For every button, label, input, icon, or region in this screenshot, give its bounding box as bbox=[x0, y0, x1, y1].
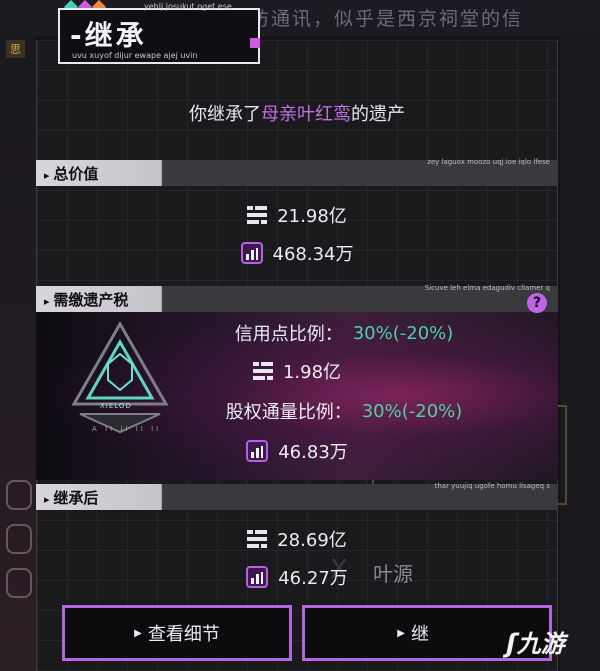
title-micro-top: yeblj josukut oget ese bbox=[144, 2, 232, 11]
intro-suffix: 的遗产 bbox=[351, 104, 405, 125]
inheritance-intro: 你继承了母亲叶红鸾的遗产 bbox=[36, 100, 558, 126]
tax-credit-value: 1.98亿 bbox=[282, 362, 342, 383]
tax-credit-row: 1.98亿 bbox=[36, 358, 558, 384]
section-micro-total: zey laguox moozo uqj ioe iqlo lfese bbox=[427, 158, 550, 166]
stock-icon bbox=[246, 566, 269, 588]
badge-subtext: A II II II II bbox=[92, 425, 162, 433]
credit-icon bbox=[247, 206, 268, 224]
watermark-logo-icon: ʃ bbox=[506, 629, 517, 659]
section-micro-tax: Sicuve leh elma edagudiv cllamer q bbox=[424, 284, 550, 292]
credit-icon bbox=[252, 362, 273, 380]
side-icon bbox=[6, 568, 32, 598]
credit-ratio-label: 信用点比例： bbox=[234, 324, 343, 345]
view-details-label: 查看细节 bbox=[147, 624, 220, 645]
background-right-strip bbox=[560, 36, 600, 671]
section-label-tax: 需缴遗产税 bbox=[44, 289, 128, 310]
side-icon bbox=[6, 480, 32, 510]
arrow-right-icon: ▶ bbox=[397, 627, 405, 639]
stock-ratio-value: 30%(-20%) bbox=[361, 400, 463, 422]
stock-icon bbox=[246, 440, 269, 462]
help-icon[interactable]: ? bbox=[527, 293, 547, 313]
title-corner-mark bbox=[250, 38, 260, 48]
watermark: ʃ九游 bbox=[506, 624, 565, 659]
continue-label: 继 bbox=[411, 624, 429, 645]
section-label-after: 继承后 bbox=[44, 487, 98, 508]
section-header-tax: 需缴遗产税 Sicuve leh elma edagudiv cllamer q bbox=[36, 284, 558, 312]
badge-text: XIELOD bbox=[100, 402, 132, 410]
credit-icon bbox=[247, 530, 268, 548]
after-credit-row: 28.69亿 bbox=[36, 526, 558, 552]
section-micro-after: thar yuujiq ugofe homu lisageq s bbox=[434, 482, 550, 490]
arrow-right-icon: ▶ bbox=[134, 627, 142, 639]
watermark-text: 九游 bbox=[516, 630, 565, 658]
after-stock-value: 46.27万 bbox=[278, 568, 348, 589]
title-micro-bottom: uvu xuyof dijur ewape ajej uvin bbox=[72, 51, 198, 60]
background-side-icons bbox=[6, 480, 34, 612]
side-icon bbox=[6, 524, 32, 554]
after-credit-value: 28.69亿 bbox=[277, 530, 347, 551]
credit-ratio-row: 信用点比例： 30%(-20%) bbox=[130, 320, 558, 346]
total-stock-value: 468.34万 bbox=[272, 244, 354, 265]
after-stock-row: 46.27万 bbox=[36, 564, 558, 590]
tax-stock-value: 46.83万 bbox=[278, 442, 348, 463]
intro-prefix: 你继承了 bbox=[189, 104, 261, 125]
page-title: -继承 bbox=[70, 19, 147, 52]
stock-ratio-row: 股权通量比例： 30%(-20%) bbox=[130, 398, 558, 424]
background-dialog-text: 访通讯，似乎是西京祠堂的信 bbox=[250, 8, 524, 30]
total-credit-value: 21.98亿 bbox=[277, 206, 347, 227]
section-header-after: 继承后 thar yuujiq ugofe homu lisageq s bbox=[36, 482, 558, 510]
section-label-total: 总价值 bbox=[44, 163, 98, 184]
view-details-button[interactable]: ▶ 查看细节 bbox=[62, 605, 292, 661]
tax-stock-row: 46.83万 bbox=[36, 438, 558, 464]
section-header-total: 总价值 zey laguox moozo uqj ioe iqlo lfese bbox=[36, 158, 558, 186]
stock-icon bbox=[240, 242, 263, 264]
background-left-label: 思 bbox=[6, 40, 25, 58]
credit-ratio-value: 30%(-20%) bbox=[352, 322, 454, 344]
intro-highlight: 母亲叶红鸾 bbox=[261, 104, 351, 125]
total-credit-row: 21.98亿 bbox=[36, 202, 558, 228]
total-stock-row: 468.34万 bbox=[36, 240, 558, 266]
stock-ratio-label: 股权通量比例： bbox=[225, 402, 352, 423]
